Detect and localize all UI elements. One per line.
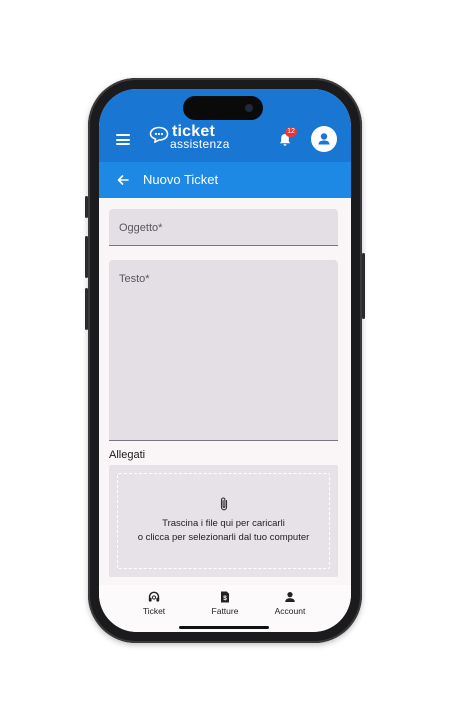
phone-screen: ticket assistenza 12 Nuovo Ticket Oggett… xyxy=(99,89,351,632)
nav-label-account: Account xyxy=(274,606,306,616)
text-label: Testo* xyxy=(119,273,150,285)
nav-item-ticket[interactable]: Ticket xyxy=(124,590,184,616)
svg-text:$: $ xyxy=(223,595,227,602)
nav-item-account[interactable]: Account xyxy=(260,590,320,616)
attachments-heading: Allegati xyxy=(109,449,146,461)
paperclip-icon xyxy=(220,497,228,511)
nav-label-ticket: Ticket xyxy=(142,606,166,616)
chat-bubble-icon xyxy=(149,126,169,143)
headset-icon xyxy=(148,591,160,602)
account-avatar-button[interactable] xyxy=(311,126,337,152)
menu-icon[interactable] xyxy=(116,134,130,145)
dropzone-instruction-line2: o clicca per selezionarli dal tuo comput… xyxy=(137,532,310,543)
back-arrow-icon[interactable] xyxy=(116,173,130,187)
page-header: Nuovo Ticket xyxy=(99,162,351,198)
phone-volume-down-button xyxy=(85,288,88,330)
attachments-dropzone[interactable]: Trascina i file qui per caricarli o clic… xyxy=(109,465,338,577)
notification-count-badge: 12 xyxy=(285,127,297,137)
nav-item-fatture[interactable]: $ Fatture xyxy=(195,590,255,616)
phone-power-button xyxy=(362,253,365,319)
subject-input[interactable]: Oggetto* xyxy=(109,209,338,246)
person-icon xyxy=(318,133,330,145)
dropzone-instruction-line1: Trascina i file qui per caricarli xyxy=(162,518,285,529)
phone-volume-up-button xyxy=(85,236,88,278)
nav-label-fatture: Fatture xyxy=(211,606,239,616)
home-indicator[interactable] xyxy=(179,626,269,629)
page-title: Nuovo Ticket xyxy=(143,172,219,187)
logo-text-assistenza: assistenza xyxy=(170,137,230,151)
phone-action-button xyxy=(85,196,88,218)
bottom-navigation: Ticket $ Fatture Account xyxy=(99,585,351,632)
subject-label: Oggetto* xyxy=(119,222,163,234)
person-icon xyxy=(285,592,295,602)
dynamic-island xyxy=(183,96,263,120)
phone-frame: ticket assistenza 12 Nuovo Ticket Oggett… xyxy=(85,78,365,643)
invoice-icon: $ xyxy=(221,591,229,603)
app-logo: ticket assistenza xyxy=(149,123,249,153)
text-textarea[interactable]: Testo* xyxy=(109,260,338,441)
